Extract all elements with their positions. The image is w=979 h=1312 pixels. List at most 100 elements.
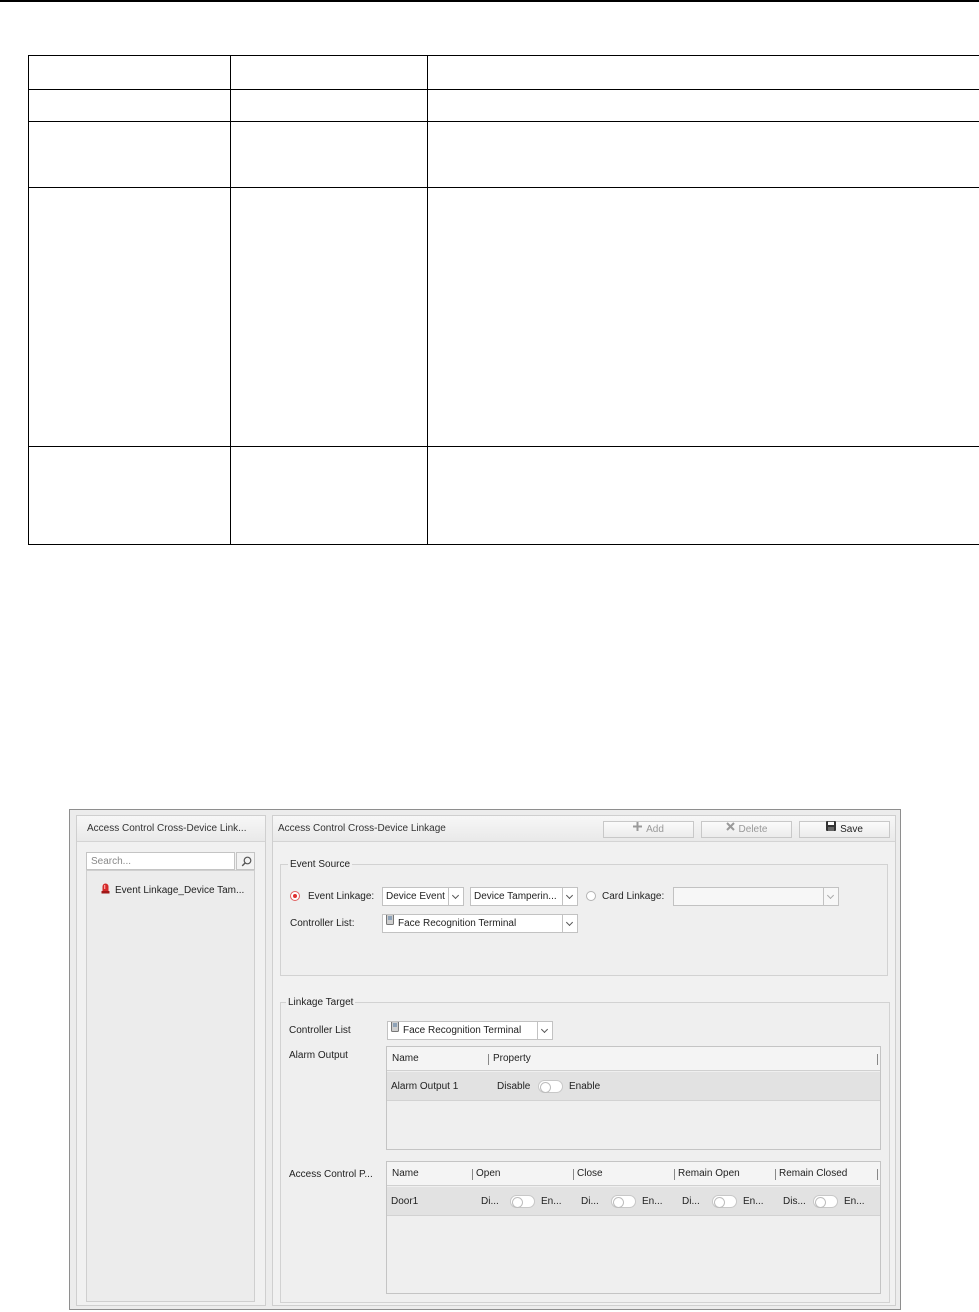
event-source-title: Event Source: [288, 859, 353, 870]
page-top-rule: [0, 0, 979, 2]
card-linkage-radio[interactable]: [586, 891, 596, 901]
table-cell: [230, 187, 428, 447]
chevron-down-icon: [562, 888, 577, 905]
chevron-down-icon: [537, 1022, 552, 1039]
floppy-disk-icon: [826, 820, 837, 836]
terminal-device-icon: [386, 915, 394, 931]
access-control-point-label: Access Control P...: [289, 1169, 373, 1180]
alarm-output-table: Name Property Alarm Output 1 Disable Ena…: [386, 1046, 881, 1150]
table-row: [28, 55, 979, 90]
column-separator: [877, 1169, 878, 1180]
table-cell: [230, 89, 428, 122]
table-cell: [427, 446, 979, 545]
table-cell: [230, 446, 428, 545]
alarm-output-name: Alarm Output 1: [391, 1081, 459, 1092]
card-linkage-label: Card Linkage:: [602, 891, 665, 902]
tree-item-event-linkage[interactable]: Event Linkage_Device Tam...: [101, 882, 244, 896]
linkage-tree: Event Linkage_Device Tam...: [86, 870, 255, 1302]
column-header-remain-open: Remain Open: [678, 1168, 740, 1179]
delete-x-icon: [725, 821, 735, 836]
search-input[interactable]: [86, 852, 235, 870]
plus-icon: [633, 821, 643, 836]
chevron-down-icon: [823, 888, 838, 905]
remain-open-disable-label: Di...: [682, 1196, 700, 1207]
close-disable-label: Di...: [581, 1196, 599, 1207]
cross-device-linkage-window: Access Control Cross-Device Link... Eve: [69, 809, 901, 1310]
save-button[interactable]: Save: [799, 820, 890, 838]
door-name: Door1: [391, 1196, 419, 1207]
event-type-select[interactable]: Device Event: [382, 887, 464, 906]
event-value: Device Tamperin...: [474, 891, 557, 902]
event-select[interactable]: Device Tamperin...: [470, 887, 578, 906]
table-cell: [28, 446, 231, 545]
column-separator: [674, 1169, 675, 1180]
table-row[interactable]: Door1 Di... En... Di... En... Di... En..…: [387, 1187, 880, 1216]
linkage-detail-panel: Access Control Cross-Device Linkage Add …: [272, 815, 896, 1306]
linkage-target-title: Linkage Target: [286, 997, 356, 1008]
remain-open-toggle[interactable]: [712, 1195, 737, 1208]
table-cell: [427, 55, 979, 90]
source-controller-list-label: Controller List:: [290, 918, 355, 929]
remain-closed-toggle[interactable]: [813, 1195, 838, 1208]
event-linkage-label: Event Linkage:: [308, 891, 375, 902]
open-toggle[interactable]: [510, 1195, 535, 1208]
close-enable-label: En...: [642, 1196, 663, 1207]
table-row: [28, 121, 979, 188]
event-type-value: Device Event: [386, 891, 445, 902]
column-header-close: Close: [577, 1168, 603, 1179]
table-cell: [28, 187, 231, 447]
table-row: [28, 187, 979, 447]
column-header-remain-closed: Remain Closed: [779, 1168, 848, 1179]
chevron-down-icon: [562, 915, 577, 932]
alarm-output-toggle[interactable]: [538, 1080, 563, 1093]
table-cell: [230, 121, 428, 188]
target-controller-value: Face Recognition Terminal: [403, 1025, 522, 1036]
close-toggle[interactable]: [611, 1195, 636, 1208]
add-button-label: Add: [646, 824, 664, 835]
search-bar: [86, 852, 255, 870]
column-header-name: Name: [392, 1168, 419, 1179]
column-separator: [573, 1169, 574, 1180]
column-header-open: Open: [476, 1168, 501, 1179]
search-icon: [241, 856, 252, 867]
remain-closed-disable-label: Dis...: [783, 1196, 806, 1207]
column-separator: [488, 1054, 489, 1065]
table-cell: [427, 121, 979, 188]
document-table: [28, 55, 979, 545]
table-header: Name Property: [387, 1047, 880, 1071]
table-cell: [28, 121, 231, 188]
event-source-group: [280, 864, 888, 976]
source-controller-select[interactable]: Face Recognition Terminal: [382, 914, 578, 933]
disable-label: Disable: [497, 1081, 531, 1092]
column-separator: [472, 1169, 473, 1180]
card-linkage-select[interactable]: [673, 887, 839, 906]
open-enable-label: En...: [541, 1196, 562, 1207]
save-button-label: Save: [840, 824, 863, 835]
table-cell: [28, 55, 231, 90]
event-linkage-radio[interactable]: [290, 891, 300, 901]
access-control-point-table: Name Open Close Remain Open Remain Close…: [386, 1161, 881, 1294]
open-disable-label: Di...: [481, 1196, 499, 1207]
table-row: [28, 446, 979, 545]
column-separator: [877, 1054, 878, 1065]
enable-label: Enable: [569, 1081, 601, 1092]
table-row: [28, 89, 979, 122]
linkage-list-panel: Access Control Cross-Device Link... Eve: [76, 815, 266, 1306]
remain-closed-enable-label: En...: [844, 1196, 865, 1207]
target-controller-select[interactable]: Face Recognition Terminal: [387, 1021, 553, 1040]
search-button[interactable]: [236, 852, 255, 870]
chevron-down-icon: [448, 888, 463, 905]
tree-item-label: Event Linkage_Device Tam...: [115, 885, 245, 897]
remain-open-enable-label: En...: [743, 1196, 764, 1207]
table-cell: [427, 89, 979, 122]
add-button[interactable]: Add: [603, 821, 694, 838]
delete-button[interactable]: Delete: [701, 821, 792, 838]
table-cell: [427, 187, 979, 447]
column-separator: [775, 1169, 776, 1180]
alarm-light-icon: [101, 882, 110, 899]
column-header-name: Name: [392, 1053, 419, 1064]
source-controller-value: Face Recognition Terminal: [398, 918, 517, 929]
alarm-output-label: Alarm Output: [289, 1050, 348, 1061]
table-row[interactable]: Alarm Output 1 Disable Enable: [387, 1072, 880, 1101]
target-controller-list-label: Controller List: [289, 1025, 351, 1036]
